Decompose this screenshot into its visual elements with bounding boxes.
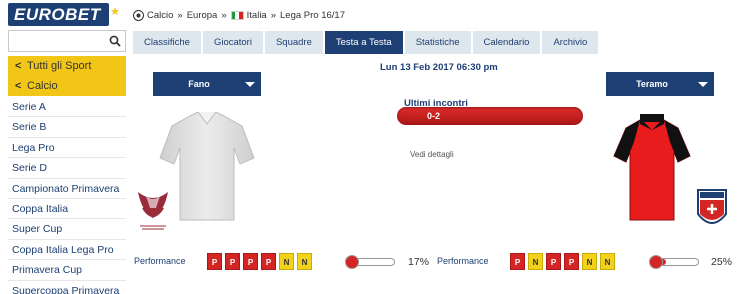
league-item-primavera-cup[interactable]: Primavera Cup	[8, 260, 126, 281]
teramo-crest-icon	[697, 189, 727, 224]
tab-archivio[interactable]: Archivio	[542, 31, 601, 54]
chevron-left-icon: <	[15, 80, 22, 92]
away-result-badge: N	[528, 253, 543, 270]
home-result-badge: N	[297, 253, 312, 270]
italy-flag-icon	[230, 10, 244, 20]
sidebar: EUROBET ★ < Tutti gli Sport < Calcio Ser…	[0, 0, 126, 294]
league-list: Serie A Serie B Lega Pro Serie D Campion…	[8, 97, 126, 294]
league-item-lega-pro[interactable]: Lega Pro	[8, 138, 126, 159]
home-performance-percent: 17%	[408, 256, 430, 268]
league-item-serie-b[interactable]: Serie B	[8, 117, 126, 138]
dropdown-arrow-icon	[245, 81, 255, 87]
away-performance-label: Performance	[437, 256, 489, 266]
logo-star-icon: ★	[110, 6, 120, 18]
logo-bar: EUROBET ★	[0, 0, 126, 27]
home-performance-label: Performance	[134, 256, 186, 266]
league-item-coppa-italia[interactable]: Coppa Italia	[8, 199, 126, 220]
away-team-select[interactable]: Teramo	[606, 72, 714, 96]
back-all-sports[interactable]: < Tutti gli Sport	[8, 56, 126, 76]
home-performance-thermometer	[345, 255, 397, 269]
away-result-badge: P	[510, 253, 525, 270]
away-result-badge: N	[582, 253, 597, 270]
search-icon[interactable]	[108, 34, 122, 48]
league-item-super-cup[interactable]: Super Cup	[8, 219, 126, 240]
away-performance-percent: 25%	[711, 256, 733, 268]
breadcrumb-calcio[interactable]: Calcio	[147, 10, 173, 21]
dropdown-arrow-icon	[698, 81, 708, 87]
home-performance-badges: P P P P N N	[207, 253, 315, 270]
tab-statistiche[interactable]: Statistiche	[404, 31, 473, 54]
home-team-select[interactable]: Fano	[153, 72, 261, 96]
league-item-campionato-primavera[interactable]: Campionato Primavera	[8, 179, 126, 199]
tab-classifiche[interactable]: Classifiche	[133, 31, 203, 54]
league-item-serie-a[interactable]: Serie A	[8, 97, 126, 118]
breadcrumb-separator: »	[270, 9, 277, 21]
breadcrumb: Calcio » Europa » Italia » Lega Pro 16/1…	[133, 7, 345, 23]
breadcrumb-italia[interactable]: Italia	[247, 10, 267, 21]
away-shirt-icon	[613, 114, 691, 221]
home-result-badge: N	[279, 253, 294, 270]
breadcrumb-lega-pro[interactable]: Lega Pro 16/17	[280, 10, 345, 21]
breadcrumb-separator: »	[221, 9, 227, 21]
away-result-badge: N	[600, 253, 615, 270]
details-link[interactable]: Vedi dettagli	[410, 150, 454, 159]
back-all-sports-label: Tutti gli Sport	[27, 60, 92, 72]
league-item-supercoppa-primavera[interactable]: Supercoppa Primavera	[8, 281, 126, 294]
fano-crest-icon	[138, 192, 168, 230]
search-box	[8, 30, 126, 52]
back-calcio[interactable]: < Calcio	[8, 76, 126, 96]
breadcrumb-europa[interactable]: Europa	[187, 10, 218, 21]
stats-tabs: Classifiche Giocatori Squadre Testa a Te…	[133, 31, 601, 54]
home-result-badge: P	[261, 253, 276, 270]
breadcrumb-separator: »	[177, 9, 183, 21]
home-result-badge: P	[243, 253, 258, 270]
search-input[interactable]	[9, 31, 105, 51]
eurobet-logo[interactable]: EUROBET	[8, 3, 109, 26]
away-result-badge: P	[564, 253, 579, 270]
tab-calendario[interactable]: Calendario	[472, 31, 543, 54]
home-shirt-icon	[159, 112, 255, 221]
league-item-coppa-italia-lega-pro[interactable]: Coppa Italia Lega Pro	[8, 240, 126, 261]
match-date: Lun 13 Feb 2017 06:30 pm	[380, 62, 498, 73]
back-calcio-label: Calcio	[27, 80, 58, 92]
home-result-badge: P	[207, 253, 222, 270]
tab-squadre[interactable]: Squadre	[264, 31, 325, 54]
away-result-badge: P	[546, 253, 561, 270]
chevron-left-icon: <	[15, 60, 22, 72]
tab-giocatori[interactable]: Giocatori	[202, 31, 265, 54]
page: EUROBET ★ < Tutti gli Sport < Calcio Ser…	[0, 0, 750, 294]
sport-navigation: < Tutti gli Sport < Calcio	[8, 56, 126, 96]
thermometer-bulb	[345, 255, 359, 269]
home-team-name: Fano	[188, 79, 210, 89]
away-team-name: Teramo	[636, 79, 668, 89]
away-performance-thermometer	[649, 255, 701, 269]
thermometer-bulb	[649, 255, 663, 269]
home-result-badge: P	[225, 253, 240, 270]
tab-testa-a-testa[interactable]: Testa a Testa	[324, 31, 405, 54]
league-item-serie-d[interactable]: Serie D	[8, 158, 126, 179]
last-result-bar[interactable]: 0-2	[397, 107, 583, 125]
away-performance-badges: P N P P N N	[510, 253, 618, 270]
soccer-ball-icon	[133, 9, 144, 21]
